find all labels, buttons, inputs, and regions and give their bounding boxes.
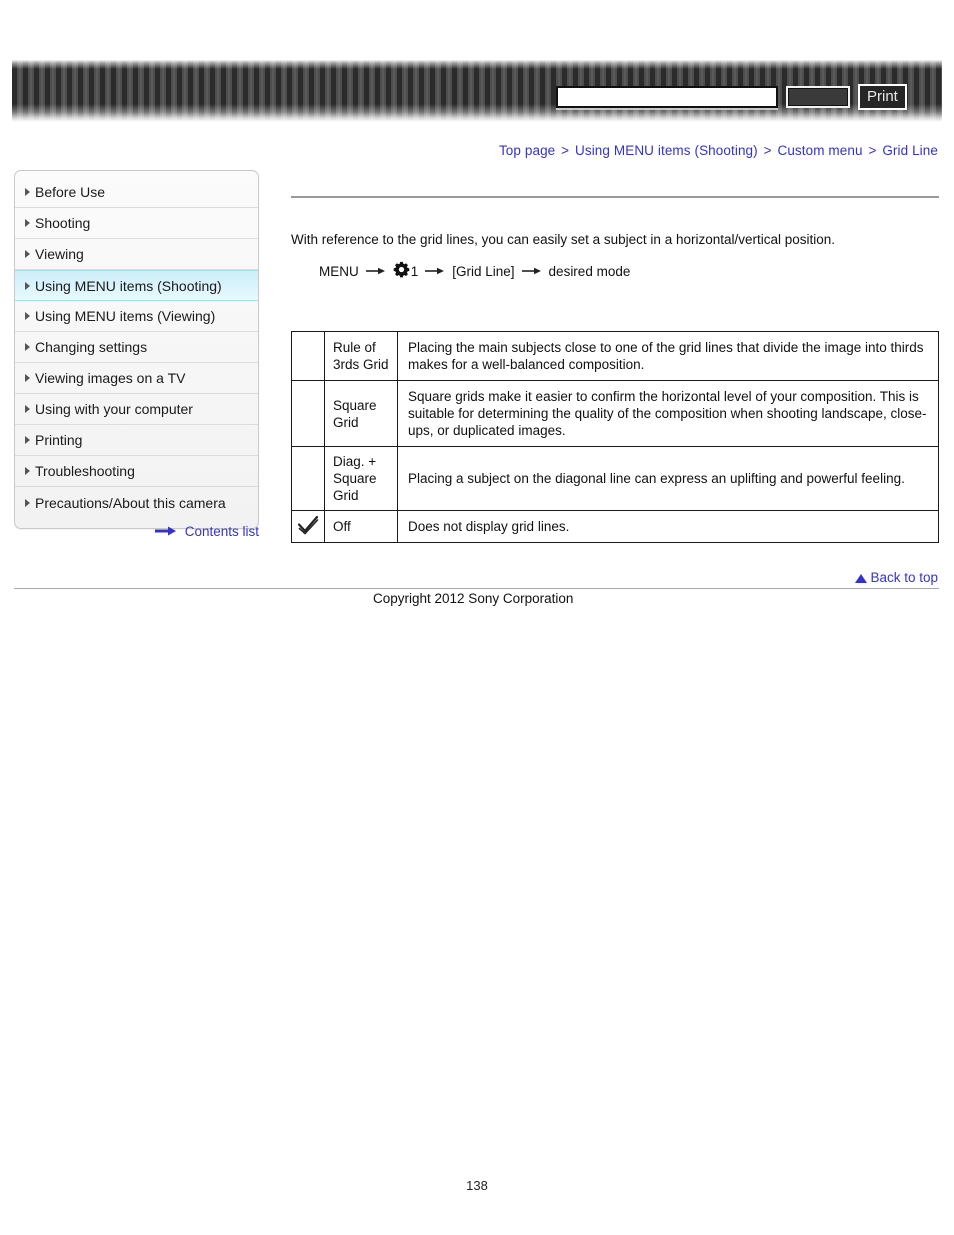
main-content: With reference to the grid lines, you ca… [291,196,939,281]
triangle-right-icon [25,467,30,475]
table-row: Off Does not display grid lines. [291,510,939,543]
menu-path: MENU 1 [Grid Line] desired mode [319,261,939,281]
sidebar-item-label: Changing settings [35,339,148,355]
arrow-right-icon [425,264,445,279]
sidebar-item-label: Precautions/About this camera [35,494,226,511]
menu-path-item: [Grid Line] [452,263,515,279]
sidebar-item-before-use[interactable]: Before Use [15,177,258,208]
sidebar-item-shooting[interactable]: Shooting [15,208,258,239]
arrow-right-icon [365,264,386,279]
contents-list-link[interactable]: Contents list [14,524,259,540]
table-cell-option-description: Does not display grid lines. [397,510,939,543]
triangle-right-icon [25,374,30,382]
content-divider [291,196,939,198]
table-cell-selected-marker [291,380,325,447]
sidebar-item-label: Printing [35,432,83,448]
breadcrumb-separator: > [561,143,570,158]
copyright-text: Copyright 2012 Sony Corporation [373,591,574,606]
custom-menu-gear: 1 [393,261,419,281]
sidebar-item-label: Troubleshooting [35,463,135,479]
arrow-right-icon [154,524,177,539]
triangle-right-icon [25,312,30,320]
sidebar-item-precautions-about-this-camera[interactable]: Precautions/About this camera [15,487,258,518]
intro-text: With reference to the grid lines, you ca… [291,232,836,247]
triangle-right-icon [25,188,30,196]
triangle-right-icon [25,436,30,444]
sidebar-item-troubleshooting[interactable]: Troubleshooting [15,456,258,487]
table-cell-option-label: Square Grid [324,380,398,447]
sidebar-item-label: Viewing [35,246,84,262]
table-row: Rule of 3rds Grid Placing the main subje… [291,331,939,381]
sidebar-item-label: Shooting [35,215,91,231]
table-row: Diag. + Square Grid Placing a subject on… [291,446,939,511]
menu-path-end: desired mode [548,263,631,279]
breadcrumb-item-grid-line[interactable]: Grid Line [882,143,938,158]
table-cell-selected-marker [291,446,325,511]
breadcrumb-item-top-page[interactable]: Top page [499,143,555,158]
footer-divider [14,588,939,589]
table-cell-option-label: Rule of 3rds Grid [324,331,398,381]
gear-number: 1 [410,263,419,279]
table-cell-option-label: Diag. + Square Grid [324,446,398,511]
sidebar-item-label: Before Use [35,184,106,200]
table-cell-selected-marker [291,331,325,381]
print-button[interactable]: Print [858,84,907,110]
triangle-right-icon [25,219,30,227]
sidebar-item-viewing-images-on-a-tv[interactable]: Viewing images on a TV [15,363,258,394]
triangle-up-icon [855,574,868,583]
triangle-right-icon [25,498,30,507]
grid-line-options-table: Rule of 3rds Grid Placing the main subje… [291,331,939,543]
sidebar-item-printing[interactable]: Printing [15,425,258,456]
page-number: 138 [466,1178,488,1193]
table-cell-option-description: Placing the main subjects close to one o… [397,331,939,381]
breadcrumb-separator: > [763,143,772,158]
menu-path-start: MENU [319,263,359,279]
search-input[interactable] [556,86,778,108]
sidebar-item-label: Using MENU items (Viewing) [35,308,216,324]
breadcrumb-item-custom-menu[interactable]: Custom menu [777,143,862,158]
gear-icon [393,261,410,281]
header-controls: Print [556,83,907,111]
arrow-right-icon [521,264,542,279]
sidebar: Before Use Shooting Viewing Using MENU i… [14,170,259,529]
triangle-right-icon [25,281,30,290]
search-button[interactable] [786,86,850,108]
table-cell-option-description: Square grids make it easier to confirm t… [397,380,939,447]
breadcrumb-separator: > [868,143,877,158]
sidebar-item-using-menu-items-viewing[interactable]: Using MENU items (Viewing) [15,301,258,332]
triangle-right-icon [25,343,30,351]
sidebar-item-label: Viewing images on a TV [35,370,186,386]
sidebar-item-changing-settings[interactable]: Changing settings [15,332,258,363]
breadcrumb-item-using-menu-items-shooting[interactable]: Using MENU items (Shooting) [575,143,758,158]
sidebar-item-using-menu-items-shooting[interactable]: Using MENU items (Shooting) [15,270,258,301]
triangle-right-icon [25,405,30,413]
triangle-right-icon [25,250,30,258]
table-row: Square Grid Square grids make it easier … [291,380,939,447]
contents-list-label: Contents list [184,524,259,539]
table-cell-selected-marker [291,510,325,543]
breadcrumb: Top page > Using MENU items (Shooting) >… [499,143,938,158]
back-to-top-label: Back to top [870,570,938,585]
sidebar-item-using-with-your-computer[interactable]: Using with your computer [15,394,258,425]
back-to-top-link[interactable]: Back to top [855,570,938,585]
sidebar-item-viewing[interactable]: Viewing [15,239,258,270]
table-cell-option-label: Off [324,510,398,543]
sidebar-item-label: Using MENU items (Shooting) [35,277,222,294]
checkmark-icon [297,515,319,538]
table-cell-option-description: Placing a subject on the diagonal line c… [397,446,939,511]
sidebar-item-label: Using with your computer [35,401,193,417]
